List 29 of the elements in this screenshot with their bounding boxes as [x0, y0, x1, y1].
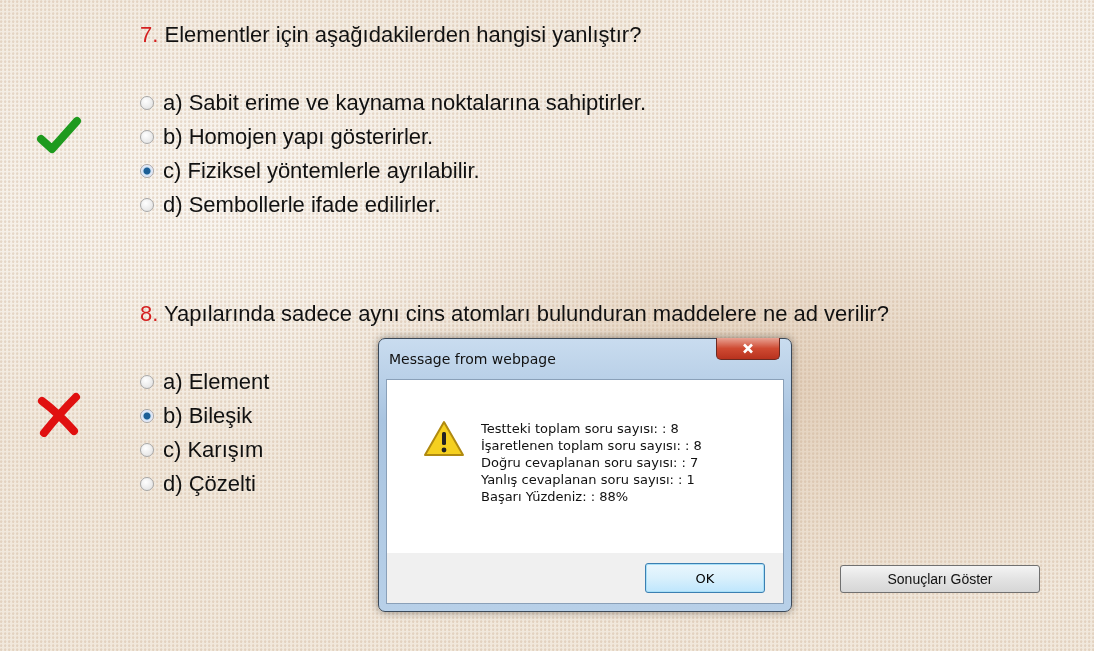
option-label: c) Fiziksel yöntemlerle ayrılabilir.	[163, 158, 480, 184]
radio-button[interactable]	[140, 198, 154, 212]
message-line: İşaretlenen toplam soru sayısı: : 8	[481, 437, 702, 454]
close-button[interactable]	[716, 338, 780, 360]
radio-button[interactable]	[140, 477, 154, 491]
option-label: a) Sabit erime ve kaynama noktalarına sahiptirler.	[163, 90, 646, 116]
close-icon	[742, 343, 754, 354]
message-line: Testteki toplam soru sayısı: : 8	[481, 420, 680, 437]
radio-button[interactable]	[140, 409, 154, 423]
option-label: c) Karışım	[163, 437, 264, 463]
show-results-button[interactable]: Sonuçları Göster	[840, 565, 1040, 593]
message-line: Doğru cevaplanan soru sayısı: : 7	[481, 454, 700, 471]
question-text: 7. Elementler için aşağıdakilerden hangisi yanlıştır?	[140, 22, 643, 48]
ok-button[interactable]: OK	[645, 563, 765, 593]
option-label: b) Homojen yapı gösterirler.	[163, 124, 434, 150]
message-line: Başarı Yüzdeniz: : 88%	[481, 488, 630, 505]
option-label: d) Çözelti	[163, 471, 256, 497]
warning-icon	[423, 420, 465, 458]
question-text: 8. Yapılarında sadece aynı cins atomları bulunduran maddelere ne ad verilir?	[140, 301, 890, 327]
radio-button[interactable]	[140, 96, 154, 110]
radio-button[interactable]	[140, 443, 154, 457]
radio-button[interactable]	[140, 164, 154, 178]
radio-button[interactable]	[140, 375, 154, 389]
option-label: a) Element	[163, 369, 270, 395]
radio-button[interactable]	[140, 130, 154, 144]
option-label: b) Bileşik	[163, 403, 253, 429]
message-line: Yanlış cevaplanan soru sayısı: : 1	[481, 471, 696, 488]
option-label: d) Sembollerle ifade edilirler.	[163, 192, 441, 218]
dialog-title: Message from webpage	[388, 351, 556, 367]
